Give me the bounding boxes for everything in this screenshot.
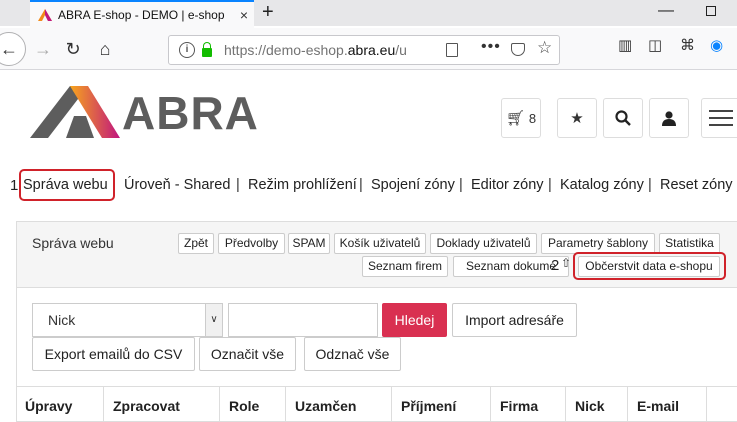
sidebar-icon[interactable]: ◫ [648, 36, 662, 54]
import-address-book-button[interactable]: Import adresáře [452, 303, 577, 337]
screenshot-icon[interactable]: ⌘ [680, 36, 695, 54]
menu-item-uroven[interactable]: Úroveň - Shared [124, 177, 230, 193]
page-actions-icon[interactable]: ••• [481, 38, 501, 56]
chevron-down-icon[interactable]: ∨ [205, 304, 222, 336]
reader-view-icon[interactable] [446, 43, 458, 57]
template-parameters-button[interactable]: Parametry šablony [541, 233, 655, 254]
library-icon[interactable]: ▥ [618, 36, 632, 54]
unmark-all-button[interactable]: Odznač vše [304, 337, 401, 371]
tab-title: ABRA E-shop - DEMO | e-shop [58, 8, 225, 22]
users-table-header: Úpravy Zpracovat Role Uzamčen Příjmení F… [16, 386, 737, 422]
panel-title: Správa webu [32, 235, 114, 251]
browser-nav-bar: ← → ↻ ⌂ i https://demo-eshop.abra.eu/u •… [0, 28, 737, 70]
menu-item-reset-zony[interactable]: Reset zóny [660, 177, 733, 193]
menu-separator: | [236, 177, 240, 193]
reload-icon[interactable]: ↻ [60, 36, 86, 62]
menu-item-editor-zony[interactable]: Editor zóny [471, 177, 544, 193]
search-submit-button[interactable]: Hledej [382, 303, 447, 337]
mark-all-button[interactable]: Označit vše [199, 337, 296, 371]
statistics-button[interactable]: Statistika [659, 233, 720, 254]
cart-button[interactable]: 🛒︎ 8 [501, 98, 541, 138]
menu-item-katalog-zony[interactable]: Katalog zóny [560, 177, 644, 193]
url-bar[interactable]: i https://demo-eshop.abra.eu/u ••• ☆ [168, 35, 560, 65]
menu-separator: | [648, 177, 652, 193]
column-header-zpracovat[interactable]: Zpracovat [104, 387, 220, 422]
site-info-icon[interactable]: i [179, 42, 195, 58]
search-button[interactable] [603, 98, 643, 138]
pocket-icon[interactable] [511, 43, 525, 56]
new-tab-icon[interactable]: + [262, 1, 274, 24]
column-header-nick[interactable]: Nick [566, 387, 628, 422]
cart-count: 8 [528, 110, 537, 126]
user-icon [662, 110, 676, 126]
forward-arrow-icon[interactable]: → [30, 36, 56, 62]
maximize-icon[interactable] [706, 6, 716, 16]
abra-logo-icon[interactable] [30, 86, 120, 138]
user-carts-button[interactable]: Košík uživatelů [334, 233, 426, 254]
logo-text: ABRA [122, 87, 259, 139]
star-icon: ★ [570, 110, 584, 127]
preferences-button[interactable]: Předvolby [218, 233, 285, 254]
search-input[interactable] [228, 303, 378, 337]
column-header-email[interactable]: E-mail [628, 387, 707, 422]
company-list-button[interactable]: Seznam firem [362, 256, 448, 277]
select-value: Nick [48, 312, 76, 328]
hamburger-menu-icon[interactable] [701, 98, 737, 138]
lock-icon [202, 42, 212, 57]
bookmark-star-icon[interactable]: ☆ [537, 38, 552, 58]
annotation-highlight-1 [19, 169, 115, 201]
browser-tab-active[interactable]: ABRA E-shop - DEMO | e-shop × [30, 0, 254, 28]
column-header-uzamcen[interactable]: Uzamčen [286, 387, 392, 422]
column-header-upravy[interactable]: Úpravy [16, 387, 104, 422]
menu-separator: | [459, 177, 463, 193]
menu-item-rezim-prohlizeni[interactable]: Režim prohlížení [248, 177, 357, 193]
column-header-role[interactable]: Role [220, 387, 286, 422]
user-documents-button[interactable]: Doklady uživatelů [430, 233, 537, 254]
annotation-number-1: 1 [10, 177, 19, 194]
favorites-button[interactable]: ★ [557, 98, 597, 138]
minimize-icon[interactable]: — [658, 2, 674, 20]
menu-item-spojeni-zony[interactable]: Spojení zóny [371, 177, 455, 193]
tab-close-icon[interactable]: × [234, 7, 254, 23]
url-text[interactable]: https://demo-eshop.abra.eu/u [224, 42, 424, 58]
user-button[interactable] [649, 98, 689, 138]
abra-favicon-icon [38, 9, 52, 21]
spam-button[interactable]: SPAM [288, 233, 330, 254]
back-arrow-icon[interactable]: ← [0, 32, 26, 66]
browser-tab-bar: ABRA E-shop - DEMO | e-shop × + — [0, 0, 737, 28]
column-header-prijmeni[interactable]: Příjmení [392, 387, 491, 422]
account-icon[interactable]: ◉ [710, 36, 723, 54]
search-icon [615, 110, 631, 126]
menu-separator: | [359, 177, 363, 193]
cart-icon: 🛒︎ [505, 110, 525, 127]
annotation-highlight-2 [573, 252, 726, 280]
menu-separator: | [548, 177, 552, 193]
cursor-icon: ⇧ [561, 256, 572, 270]
search-field-select[interactable]: Nick ∨ [32, 303, 223, 337]
back-button[interactable]: Zpět [178, 233, 214, 254]
column-header-firma[interactable]: Firma [491, 387, 566, 422]
home-icon[interactable]: ⌂ [92, 36, 118, 62]
annotation-number-2: 2 [551, 257, 560, 274]
export-emails-csv-button[interactable]: Export emailů do CSV [32, 337, 195, 371]
